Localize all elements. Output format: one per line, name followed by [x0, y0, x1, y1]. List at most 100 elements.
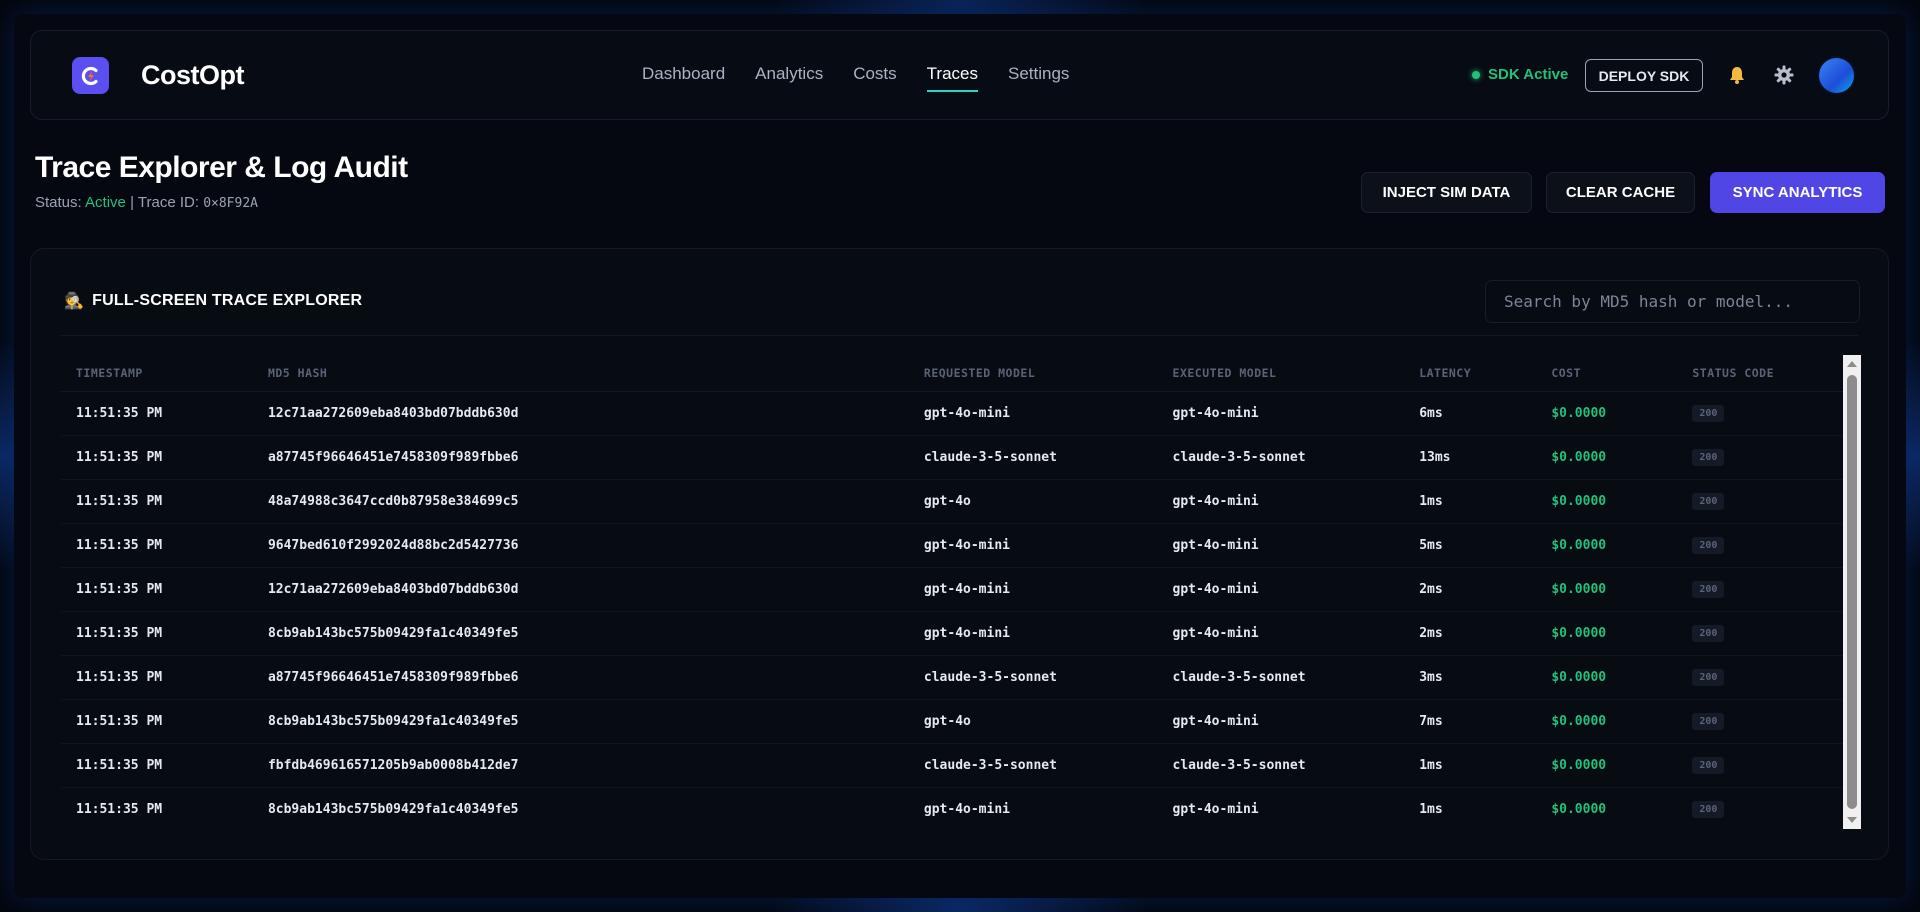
status-dot-icon [1472, 70, 1480, 79]
column-header-cost[interactable]: COST [1536, 355, 1678, 392]
trace-explorer-panel: 🕵️ FULL-SCREEN TRACE EXPLORER TIMESTAMP … [30, 248, 1889, 860]
cell-latency: 13ms [1404, 435, 1537, 480]
cell-timestamp: 11:51:35 PM [61, 611, 253, 656]
top-navbar: CostOpt Dashboard Analytics Costs Traces… [30, 30, 1889, 120]
status-code-badge: 200 [1692, 404, 1725, 422]
cell-requested-model: gpt-4o [908, 699, 1158, 744]
inject-sim-data-button[interactable]: INJECT SIM DATA [1361, 172, 1532, 213]
cell-md5-hash: 9647bed610f2992024d88bc2d5427736 [252, 523, 909, 568]
brand-name[interactable]: CostOpt [141, 60, 244, 91]
status-code-badge: 200 [1692, 668, 1725, 686]
cell-status-code: 200 [1677, 391, 1860, 436]
detective-icon: 🕵️ [64, 293, 85, 310]
cell-md5-hash: 12c71aa272609eba8403bd07bddb630d [252, 567, 909, 612]
cell-latency: 2ms [1404, 611, 1537, 656]
trace-table-container[interactable]: TIMESTAMP MD5 HASH REQUESTED MODEL EXECU… [61, 355, 1873, 829]
status-code-badge: 200 [1692, 800, 1725, 818]
table-row[interactable]: 11:51:35 PM 9647bed610f2992024d88bc2d5427… [61, 523, 1860, 568]
status-code-badge: 200 [1692, 712, 1725, 730]
cell-requested-model: gpt-4o-mini [908, 787, 1158, 829]
cell-cost: $0.0000 [1536, 699, 1678, 744]
column-header-requested-model[interactable]: REQUESTED MODEL [908, 355, 1158, 392]
deploy-sdk-button[interactable]: DEPLOY SDK [1585, 59, 1703, 92]
table-row[interactable]: 11:51:35 PM 48a74988c3647ccd0b87958e38469… [61, 479, 1860, 524]
cell-status-code: 200 [1677, 787, 1860, 829]
cell-timestamp: 11:51:35 PM [61, 567, 253, 612]
trace-table: TIMESTAMP MD5 HASH REQUESTED MODEL EXECU… [61, 355, 1860, 829]
table-row[interactable]: 11:51:35 PM 8cb9ab143bc575b09429fa1c40349… [61, 787, 1860, 829]
bell-icon[interactable] [1727, 65, 1747, 85]
cell-requested-model: gpt-4o-mini [908, 391, 1158, 436]
cell-executed-model: gpt-4o-mini [1157, 523, 1405, 568]
cell-cost: $0.0000 [1536, 523, 1678, 568]
table-header-row: TIMESTAMP MD5 HASH REQUESTED MODEL EXECU… [61, 355, 1860, 392]
sdk-status-indicator: SDK Active [1472, 66, 1568, 83]
cell-timestamp: 11:51:35 PM [61, 743, 253, 788]
status-code-badge: 200 [1692, 580, 1725, 598]
cell-executed-model: gpt-4o-mini [1157, 787, 1405, 829]
cell-status-code: 200 [1677, 479, 1860, 524]
cell-requested-model: claude-3-5-sonnet [908, 655, 1158, 700]
table-row[interactable]: 11:51:35 PM 12c71aa272609eba8403bd07bddb6… [61, 391, 1860, 436]
cell-latency: 2ms [1404, 567, 1537, 612]
table-row[interactable]: 11:51:35 PM 8cb9ab143bc575b09429fa1c40349… [61, 611, 1860, 656]
nav-link-costs[interactable]: Costs [853, 64, 896, 84]
cell-latency: 7ms [1404, 699, 1537, 744]
cell-requested-model: gpt-4o-mini [908, 567, 1158, 612]
nav-link-settings[interactable]: Settings [1008, 64, 1069, 84]
table-row[interactable]: 11:51:35 PM a87745f96646451e7458309f989fb… [61, 655, 1860, 700]
cell-executed-model: claude-3-5-sonnet [1157, 743, 1405, 788]
column-header-timestamp[interactable]: TIMESTAMP [61, 355, 253, 392]
avatar[interactable] [1819, 58, 1854, 93]
cell-timestamp: 11:51:35 PM [61, 523, 253, 568]
cell-executed-model: gpt-4o-mini [1157, 567, 1405, 612]
nav-link-dashboard[interactable]: Dashboard [642, 64, 725, 84]
logo-icon[interactable] [72, 57, 109, 94]
column-header-latency[interactable]: LATENCY [1404, 355, 1537, 392]
cell-timestamp: 11:51:35 PM [61, 655, 253, 700]
search-input[interactable] [1485, 280, 1860, 323]
cell-status-code: 200 [1677, 655, 1860, 700]
nav-link-analytics[interactable]: Analytics [755, 64, 823, 84]
column-header-md5-hash[interactable]: MD5 HASH [252, 355, 909, 392]
table-row[interactable]: 11:51:35 PM 8cb9ab143bc575b09429fa1c40349… [61, 699, 1860, 744]
nav-link-traces[interactable]: Traces [926, 64, 979, 92]
cell-executed-model: gpt-4o-mini [1157, 479, 1405, 524]
cell-cost: $0.0000 [1536, 743, 1678, 788]
status-value: Active [85, 194, 126, 211]
cell-cost: $0.0000 [1536, 479, 1678, 524]
cell-cost: $0.0000 [1536, 787, 1678, 829]
cell-timestamp: 11:51:35 PM [61, 787, 253, 829]
table-scrollbar[interactable] [1843, 355, 1861, 829]
cell-latency: 6ms [1404, 391, 1537, 436]
cell-latency: 1ms [1404, 479, 1537, 524]
table-row[interactable]: 11:51:35 PM a87745f96646451e7458309f989fb… [61, 435, 1860, 480]
cell-requested-model: gpt-4o-mini [908, 523, 1158, 568]
gear-icon[interactable] [1773, 64, 1795, 86]
panel-title-text: FULL-SCREEN TRACE EXPLORER [92, 292, 363, 309]
status-label: Status: [35, 194, 82, 211]
cell-cost: $0.0000 [1536, 391, 1678, 436]
cell-timestamp: 11:51:35 PM [61, 391, 253, 436]
cell-latency: 1ms [1404, 787, 1537, 829]
cell-requested-model: claude-3-5-sonnet [908, 435, 1158, 480]
trace-id-value: 0×8F92A [203, 196, 258, 211]
cell-timestamp: 11:51:35 PM [61, 699, 253, 744]
scrollbar-thumb[interactable] [1847, 375, 1857, 809]
scroll-up-arrow-icon[interactable] [1846, 358, 1858, 370]
cell-md5-hash: a87745f96646451e7458309f989fbbe6 [252, 655, 909, 700]
column-header-executed-model[interactable]: EXECUTED MODEL [1157, 355, 1405, 392]
nav-links: Dashboard Analytics Costs Traces Setting… [642, 64, 1099, 92]
column-header-status-code[interactable]: STATUS CODE [1677, 355, 1860, 392]
status-code-badge: 200 [1692, 448, 1725, 466]
status-separator: | [130, 194, 134, 211]
cell-executed-model: gpt-4o-mini [1157, 391, 1405, 436]
cell-latency: 3ms [1404, 655, 1537, 700]
cell-requested-model: gpt-4o-mini [908, 611, 1158, 656]
clear-cache-button[interactable]: CLEAR CACHE [1546, 172, 1695, 213]
table-row[interactable]: 11:51:35 PM 12c71aa272609eba8403bd07bddb6… [61, 567, 1860, 612]
table-row[interactable]: 11:51:35 PM fbfdb469616571205b9ab0008b412… [61, 743, 1860, 788]
scroll-down-arrow-icon[interactable] [1846, 814, 1858, 826]
cell-executed-model: claude-3-5-sonnet [1157, 435, 1405, 480]
sync-analytics-button[interactable]: SYNC ANALYTICS [1710, 172, 1885, 213]
